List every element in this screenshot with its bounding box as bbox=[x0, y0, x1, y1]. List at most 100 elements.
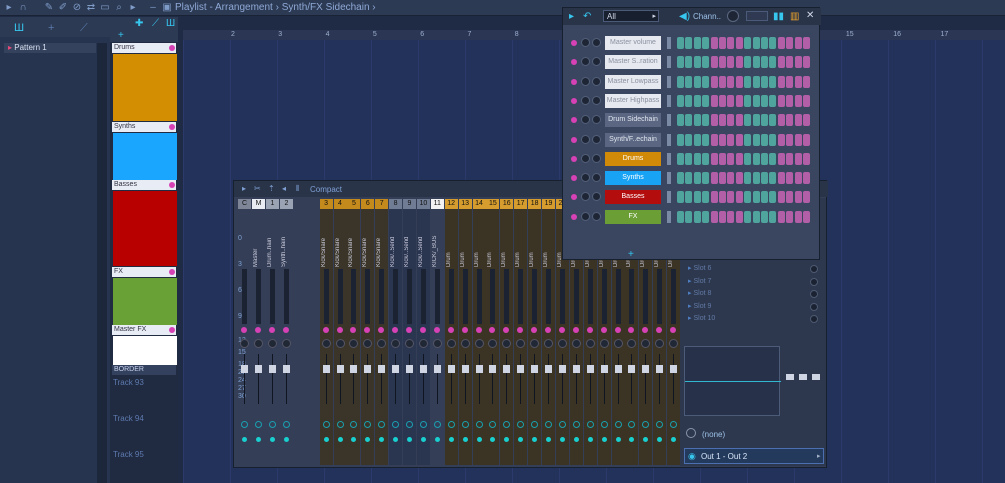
step-button[interactable] bbox=[719, 56, 726, 69]
step-button[interactable] bbox=[761, 37, 768, 49]
step-button[interactable] bbox=[803, 94, 810, 107]
step-button[interactable] bbox=[735, 75, 743, 88]
mixer-strip[interactable]: 17 Drum bbox=[514, 199, 528, 465]
step-button[interactable] bbox=[727, 210, 735, 223]
step-button[interactable] bbox=[744, 172, 752, 185]
mixer-strip[interactable]: 9 Kick/..Send bbox=[403, 199, 416, 465]
step-button[interactable] bbox=[677, 75, 684, 88]
channel-row[interactable]: Synths bbox=[571, 171, 816, 186]
volume-fader[interactable] bbox=[461, 365, 469, 373]
channel-led[interactable] bbox=[571, 40, 577, 46]
step-button[interactable] bbox=[744, 37, 752, 49]
fx-slot[interactable]: ▸ Slot 6 bbox=[688, 264, 818, 275]
step-button[interactable] bbox=[727, 37, 735, 49]
pan-knob[interactable] bbox=[641, 339, 651, 348]
mixer-strip[interactable]: 1 Drum..hain bbox=[266, 199, 279, 465]
step-button[interactable] bbox=[677, 152, 684, 165]
route-dot[interactable] bbox=[270, 437, 275, 442]
track-94[interactable]: Track 94 bbox=[110, 414, 178, 423]
volume-fader[interactable] bbox=[283, 365, 290, 373]
channel-select[interactable] bbox=[667, 133, 671, 146]
mixer-strip[interactable]: 16 Drum bbox=[500, 199, 514, 465]
volume-fader[interactable] bbox=[614, 365, 622, 373]
step-button[interactable] bbox=[719, 191, 726, 204]
channel-select[interactable] bbox=[667, 191, 671, 204]
fx-slot[interactable]: ▸ Slot 7 bbox=[688, 277, 818, 288]
step-button[interactable] bbox=[735, 191, 743, 204]
step-button[interactable] bbox=[727, 94, 735, 107]
step-button[interactable] bbox=[803, 152, 810, 165]
pan-knob[interactable] bbox=[669, 339, 679, 348]
pan-knob[interactable] bbox=[581, 211, 590, 221]
step-button[interactable] bbox=[719, 114, 726, 127]
pan-knob[interactable] bbox=[363, 339, 373, 348]
send-icon[interactable] bbox=[283, 421, 290, 428]
volume-fader[interactable] bbox=[364, 365, 372, 373]
send-icon[interactable] bbox=[531, 421, 539, 428]
volume-fader[interactable] bbox=[255, 365, 262, 373]
step-button[interactable] bbox=[744, 75, 752, 88]
volume-fader[interactable] bbox=[600, 365, 608, 373]
pan-knob[interactable] bbox=[581, 134, 590, 144]
step-button[interactable] bbox=[803, 172, 810, 185]
step-button[interactable] bbox=[710, 191, 718, 204]
send-icon[interactable] bbox=[269, 421, 276, 428]
channel-select[interactable] bbox=[667, 152, 671, 165]
mixer-strip[interactable]: 2 Synth..hain bbox=[280, 199, 293, 465]
step-button[interactable] bbox=[794, 75, 802, 88]
volume-knob[interactable] bbox=[592, 153, 601, 163]
step-button[interactable] bbox=[685, 133, 693, 146]
route-dot[interactable] bbox=[351, 437, 357, 442]
step-button[interactable] bbox=[685, 37, 693, 49]
step-button[interactable] bbox=[769, 172, 777, 185]
select-led[interactable] bbox=[545, 327, 551, 333]
playback-icon[interactable]: ▸ bbox=[128, 3, 138, 13]
eq-graph[interactable] bbox=[684, 346, 781, 416]
play-arrow-icon[interactable]: ▸ bbox=[569, 11, 574, 22]
volume-fader[interactable] bbox=[392, 365, 400, 373]
step-button[interactable] bbox=[761, 210, 768, 223]
plus-icon[interactable]: + bbox=[48, 22, 54, 34]
step-button[interactable] bbox=[769, 133, 777, 146]
send-icon[interactable] bbox=[475, 421, 483, 428]
step-button[interactable] bbox=[794, 172, 802, 185]
track-dot-icon[interactable] bbox=[169, 269, 175, 275]
track-border[interactable]: BORDER bbox=[110, 365, 178, 377]
send-icon[interactable] bbox=[255, 421, 262, 428]
pan-knob[interactable] bbox=[581, 57, 590, 67]
channel-name-button[interactable]: Basses bbox=[605, 190, 661, 205]
send-icon[interactable] bbox=[489, 421, 497, 428]
pan-knob[interactable] bbox=[581, 38, 590, 47]
send-icon[interactable] bbox=[392, 421, 400, 428]
volume-fader[interactable] bbox=[531, 365, 539, 373]
send-icon[interactable] bbox=[558, 421, 566, 428]
route-dot[interactable] bbox=[587, 437, 593, 442]
step-indicator[interactable] bbox=[746, 11, 768, 21]
step-button[interactable] bbox=[777, 191, 785, 204]
channel-name-button[interactable]: FX bbox=[605, 209, 661, 224]
fx-slot[interactable]: ▸ Slot 9 bbox=[688, 302, 818, 313]
step-button[interactable] bbox=[727, 133, 735, 146]
step-button[interactable] bbox=[786, 56, 794, 69]
step-button[interactable] bbox=[803, 75, 810, 88]
channel-select[interactable] bbox=[667, 94, 671, 107]
step-button[interactable] bbox=[777, 114, 785, 127]
pan-knob[interactable] bbox=[405, 339, 414, 348]
mixer-strip[interactable]: 5 Kick/Snare bbox=[347, 199, 361, 465]
pan-knob[interactable] bbox=[581, 153, 590, 163]
route-dot[interactable] bbox=[365, 437, 371, 442]
list-item[interactable]: ▸ Pattern 1 bbox=[4, 43, 96, 53]
mixer-strip[interactable]: 12 Drum bbox=[444, 199, 458, 465]
step-button[interactable] bbox=[719, 133, 726, 146]
step-button[interactable] bbox=[719, 152, 726, 165]
mixer-strip[interactable]: 13 Drum bbox=[458, 199, 472, 465]
pan-knob[interactable] bbox=[581, 95, 590, 105]
channel-row[interactable]: Master volume bbox=[571, 36, 816, 50]
undo-icon[interactable]: ↶ bbox=[583, 11, 591, 22]
mixer-strip[interactable]: 19 Drum bbox=[542, 199, 555, 465]
pan-knob[interactable] bbox=[488, 339, 498, 348]
pan-knob[interactable] bbox=[418, 339, 428, 348]
send-icon[interactable] bbox=[572, 421, 580, 428]
send-icon[interactable] bbox=[241, 421, 248, 428]
pan-knob[interactable] bbox=[627, 339, 637, 348]
